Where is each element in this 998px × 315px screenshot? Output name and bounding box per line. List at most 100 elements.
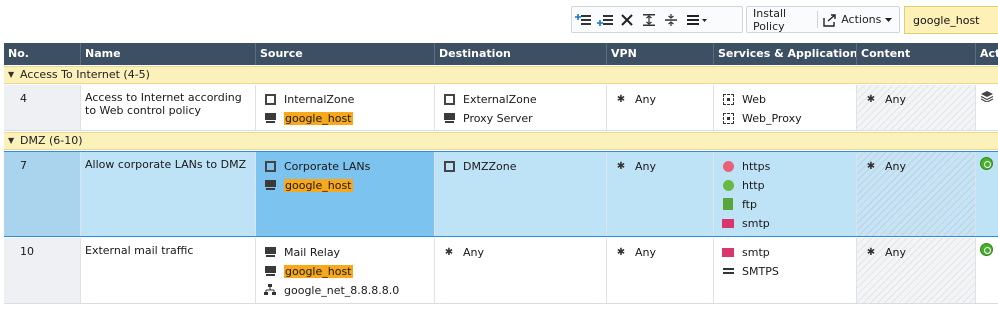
mail-icon (721, 216, 735, 230)
column-header-destination[interactable]: Destination (435, 43, 607, 65)
collapse-icon[interactable] (660, 7, 682, 32)
table-row[interactable]: 4 Access to Internet according to Web co… (4, 85, 998, 131)
destination-cell[interactable]: DMZZone (435, 152, 607, 236)
source-item[interactable]: Mail Relay (263, 244, 340, 260)
collapse-triangle-icon[interactable]: ▼ (8, 67, 14, 83)
source-cell[interactable]: InternalZone google_host (256, 85, 435, 130)
mail-icon (721, 245, 735, 259)
rule-number: 4 (20, 92, 27, 105)
rule-number-cell: 10 (4, 238, 81, 303)
host-icon (263, 245, 277, 259)
vpn-cell[interactable]: ✱ Any (607, 152, 714, 236)
export-icon (823, 13, 836, 27)
content-cell[interactable]: ✱ Any (857, 152, 976, 236)
rule-number: 10 (20, 245, 34, 258)
service-item[interactable]: smtp (721, 244, 770, 260)
services-cell[interactable]: smtp SMTPS (714, 238, 857, 303)
rule-name-cell[interactable]: Allow corporate LANs to DMZ (81, 152, 256, 236)
section-header-access-to-internet[interactable]: ▼ Access To Internet (4-5) (4, 66, 998, 84)
column-header-action[interactable]: Act (976, 43, 998, 65)
services-cell[interactable]: Web Web_Proxy (714, 85, 857, 130)
delete-icon[interactable] (616, 7, 638, 32)
rule-number-cell: 4 (4, 85, 81, 130)
source-item[interactable]: Corporate LANs (263, 158, 370, 174)
rule-name: External mail traffic (85, 244, 194, 257)
service-item[interactable]: Web (721, 91, 766, 107)
any-icon: ✱ (866, 93, 876, 105)
zone-icon (263, 159, 277, 173)
host-icon (263, 178, 277, 192)
table-header: No. Name Source Destination VPN Services… (4, 43, 998, 65)
column-header-name[interactable]: Name (81, 43, 256, 65)
actions-button[interactable]: Actions (818, 7, 899, 32)
add-rule-below-icon[interactable] (594, 7, 616, 32)
https-icon (721, 159, 735, 173)
source-item[interactable]: google_host (263, 263, 353, 279)
actions-label: Actions (841, 13, 882, 26)
expand-icon[interactable] (638, 7, 660, 32)
column-header-no[interactable]: No. (4, 43, 81, 65)
any-icon: ✱ (616, 160, 626, 172)
service-item[interactable]: SMTPS (721, 263, 779, 279)
service-item[interactable]: http (721, 177, 765, 193)
host-icon (442, 111, 456, 125)
any-icon: ✱ (616, 93, 626, 105)
service-item[interactable]: smtp (721, 215, 770, 231)
column-header-vpn[interactable]: VPN (607, 43, 714, 65)
column-header-source[interactable]: Source (256, 43, 435, 65)
collapse-triangle-icon[interactable]: ▼ (8, 133, 14, 149)
destination-item[interactable]: Proxy Server (442, 110, 533, 126)
source-item[interactable]: google_host (263, 177, 353, 193)
action-cell[interactable] (976, 238, 998, 303)
zone-icon (442, 92, 456, 106)
content-item: ✱ Any (864, 91, 906, 107)
menu-dropdown-icon[interactable] (682, 7, 712, 32)
service-item[interactable]: https (721, 158, 770, 174)
table-row-selected[interactable]: 7 Allow corporate LANs to DMZ Corporate … (4, 151, 998, 237)
action-cell[interactable] (976, 152, 998, 236)
destination-item[interactable]: DMZZone (442, 158, 517, 174)
install-policy-button[interactable]: Install Policy (747, 7, 817, 33)
ftp-icon (721, 197, 735, 211)
destination-cell[interactable]: ExternalZone Proxy Server (435, 85, 607, 130)
destination-cell[interactable]: ✱ Any (435, 238, 607, 303)
vpn-cell[interactable]: ✱ Any (607, 238, 714, 303)
rule-name: Access to Internet according to Web cont… (85, 91, 242, 117)
add-rule-above-icon[interactable] (572, 7, 594, 32)
accept-icon (980, 243, 993, 256)
vpn-cell[interactable]: ✱ Any (607, 85, 714, 130)
service-item[interactable]: ftp (721, 196, 757, 212)
rule-name: Allow corporate LANs to DMZ (85, 158, 247, 171)
content-cell[interactable]: ✱ Any (857, 238, 976, 303)
any-icon: ✱ (866, 246, 876, 258)
rule-number-cell: 7 (4, 152, 81, 236)
source-item[interactable]: google_host (263, 110, 353, 126)
source-item[interactable]: google_net_8.8.8.8.0 (263, 282, 399, 298)
service-icon (721, 111, 735, 125)
column-header-services[interactable]: Services & Applications (714, 43, 857, 65)
search-input[interactable]: google_host (904, 6, 998, 34)
network-icon (263, 283, 277, 297)
smtps-icon (721, 264, 735, 278)
chevron-down-icon (885, 17, 893, 22)
rule-edit-group (571, 6, 743, 33)
accept-icon (980, 157, 993, 170)
rule-name-cell[interactable]: External mail traffic (81, 238, 256, 303)
source-cell[interactable]: Corporate LANs google_host (256, 152, 435, 236)
services-cell[interactable]: https http ftp smtp (714, 152, 857, 236)
content-cell[interactable]: ✱ Any (857, 85, 976, 130)
destination-item[interactable]: ✱ Any (442, 244, 484, 260)
zone-icon (263, 92, 277, 106)
content-item: ✱ Any (864, 244, 906, 260)
source-cell[interactable]: Mail Relay google_host google_net_8.8.8.… (256, 238, 435, 303)
source-item[interactable]: InternalZone (263, 91, 354, 107)
section-title: DMZ (6-10) (20, 134, 83, 147)
section-header-dmz[interactable]: ▼ DMZ (6-10) (4, 132, 998, 150)
column-header-content[interactable]: Content (857, 43, 976, 65)
service-item[interactable]: Web_Proxy (721, 110, 802, 126)
action-cell[interactable] (976, 85, 998, 130)
policy-actions-group: Install Policy Actions (746, 6, 900, 33)
rule-name-cell[interactable]: Access to Internet according to Web cont… (81, 85, 256, 130)
table-row[interactable]: 10 External mail traffic Mail Relay goog… (4, 238, 998, 304)
destination-item[interactable]: ExternalZone (442, 91, 537, 107)
